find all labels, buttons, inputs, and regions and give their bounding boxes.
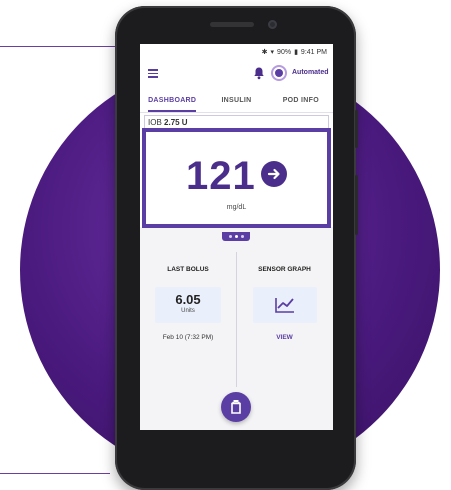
app-screen: ✱ ▾ 90% ▮ 9:41 PM Automated DASHBOARD IN… (140, 44, 333, 430)
summary-section: LAST BOLUS 6.05 Units Feb 10 (7:32 PM) S… (140, 242, 333, 430)
phone-camera (268, 20, 277, 29)
glucose-unit: mg/dL (226, 204, 247, 211)
sensor-graph-view-link[interactable]: VIEW (236, 334, 333, 341)
sensor-graph-card[interactable] (253, 287, 317, 323)
iob-strip: IOB 2.75 U (144, 115, 329, 129)
last-bolus-value: 6.05 (175, 292, 201, 307)
phone-chin (140, 430, 333, 470)
glucose-section: IOB 2.75 U 121 mg/dL (140, 113, 333, 228)
last-bolus-title: LAST BOLUS (167, 266, 209, 273)
app-bar: Automated (140, 60, 333, 88)
page-indicator[interactable] (222, 232, 250, 241)
status-bar: ✱ ▾ 90% ▮ 9:41 PM (140, 44, 333, 60)
tab-insulin[interactable]: INSULIN (204, 88, 268, 112)
page-dot (228, 235, 232, 238)
decorative-line-top (0, 46, 130, 47)
tab-bar: DASHBOARD INSULIN POD INFO (140, 88, 333, 113)
bolus-button[interactable] (221, 392, 251, 422)
last-bolus-date: Feb 10 (7:32 PM) (162, 334, 214, 341)
bluetooth-icon: ✱ (261, 49, 268, 56)
last-bolus-unit: Units (181, 308, 195, 314)
tab-dashboard[interactable]: DASHBOARD (140, 88, 204, 112)
page-dot (240, 235, 244, 238)
battery-percent: 90% (277, 48, 292, 56)
menu-icon[interactable] (148, 69, 158, 78)
arrow-right-icon (261, 161, 287, 187)
last-bolus-card: 6.05 Units (155, 287, 221, 323)
iob-value: 2.75 U (164, 118, 188, 127)
phone-volume-button (355, 175, 358, 235)
status-time: 9:41 PM (300, 48, 327, 56)
tab-pod-info[interactable]: POD INFO (269, 88, 333, 112)
phone-speaker (210, 22, 254, 27)
phone-power-button (355, 110, 358, 148)
mode-label[interactable]: Automated (292, 69, 329, 76)
battery-icon: ▮ (294, 49, 298, 56)
automated-mode-icon[interactable] (271, 65, 287, 81)
glucose-value: 121 (186, 154, 256, 198)
iob-label: IOB (148, 118, 162, 127)
sensor-graph-title: SENSOR GRAPH (258, 266, 311, 273)
bell-icon[interactable] (253, 66, 265, 80)
bolus-drop-icon (231, 400, 241, 414)
page-dot-active (234, 235, 238, 238)
wifi-icon: ▾ (270, 49, 275, 56)
glucose-card[interactable]: 121 mg/dL (142, 128, 331, 228)
line-chart-icon (275, 298, 294, 313)
decorative-line-bottom (0, 473, 110, 474)
